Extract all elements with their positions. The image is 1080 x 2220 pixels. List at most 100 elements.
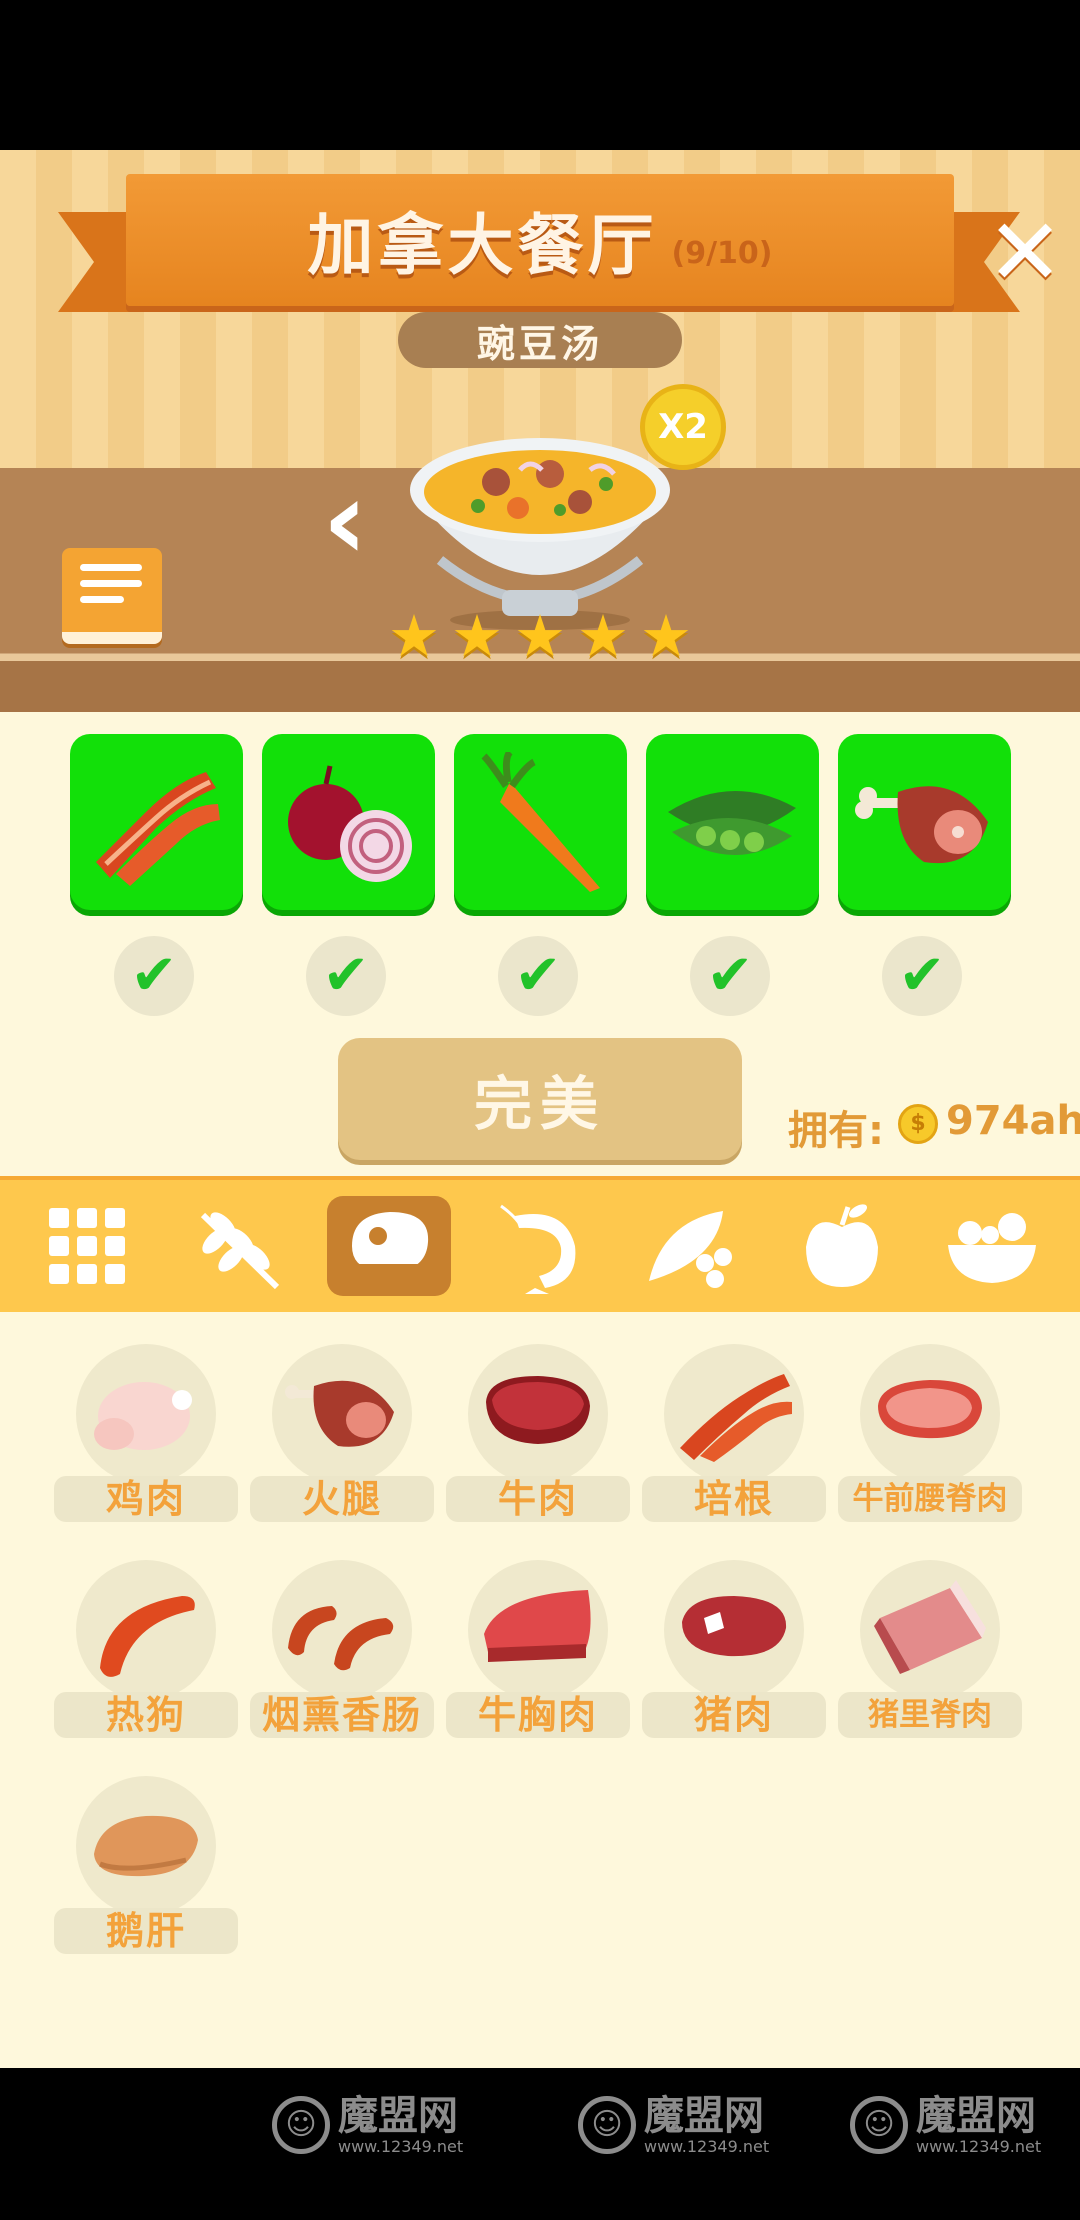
food-image-frame: [76, 1344, 216, 1484]
apple-icon: [805, 1204, 878, 1287]
food-image-frame: [664, 1344, 804, 1484]
level-progress: (9/10): [671, 235, 773, 271]
wheat-icon: [201, 1212, 280, 1290]
watermark: ☺ 魔盟网 www.12349.net: [272, 2094, 463, 2156]
food-pork-tenderloin[interactable]: 猪里脊肉: [838, 1544, 1022, 1738]
watermark-logo-icon: ☺: [850, 2096, 908, 2154]
food-image-frame: [664, 1560, 804, 1700]
tab-all[interactable]: [25, 1196, 149, 1296]
food-grid: 鸡肉 火腿 牛肉 培根 牛前腰脊肉 热狗 烟熏香肠 牛胸肉 猪肉 猪里脊肉 鹅肝: [0, 1312, 1080, 2068]
check-icon: ✔: [498, 936, 578, 1016]
hotdog-icon: [100, 1596, 195, 1677]
peas-icon: [648, 1211, 732, 1288]
ingredient-slot-onion[interactable]: [262, 734, 435, 910]
star-icon: ★: [640, 602, 692, 670]
food-image-frame: [860, 1560, 1000, 1700]
ham-icon: [855, 786, 988, 864]
food-label: 牛胸肉: [446, 1692, 630, 1738]
pea-pod-icon: [668, 790, 796, 856]
tab-dishes[interactable]: [930, 1196, 1054, 1296]
check-icon: ✔: [882, 936, 962, 1016]
food-sirloin[interactable]: 牛前腰脊肉: [838, 1328, 1022, 1522]
title-ribbon: 加拿大餐厅 (9/10): [126, 174, 954, 306]
food-label: 猪肉: [642, 1692, 826, 1738]
food-image-frame: [860, 1344, 1000, 1484]
food-image-frame: [76, 1776, 216, 1916]
food-hotdog[interactable]: 热狗: [54, 1544, 238, 1738]
onion-icon: [288, 765, 412, 882]
food-image-frame: [468, 1560, 608, 1700]
perfect-result-button[interactable]: 完美: [338, 1038, 742, 1160]
ham-icon: [285, 1380, 394, 1447]
tab-vegetables[interactable]: [629, 1196, 753, 1296]
ingredient-panel: ✔ ✔ ✔ ✔ ✔ 完美 拥有: $ 974ah: [0, 712, 1080, 1176]
food-brisket[interactable]: 牛胸肉: [446, 1544, 630, 1738]
watermark-logo-icon: ☺: [272, 2096, 330, 2154]
watermark-logo-icon: ☺: [578, 2096, 636, 2154]
dish-name: 豌豆汤: [398, 312, 682, 368]
food-label: 鹅肝: [54, 1908, 238, 1954]
bacon-icon: [680, 1374, 792, 1462]
food-label: 烟熏香肠: [250, 1692, 434, 1738]
sirloin-icon: [878, 1380, 982, 1439]
watermark-url: www.12349.net: [644, 2137, 770, 2156]
ingredient-slot-ham[interactable]: [838, 734, 1011, 910]
score-multiplier-badge: X2: [640, 384, 726, 470]
watermark-name: 魔盟网: [916, 2093, 1036, 2139]
required-ingredients: [70, 734, 1011, 910]
food-chicken[interactable]: 鸡肉: [54, 1328, 238, 1522]
star-icon: ★: [451, 602, 503, 670]
food-smoked-sausage[interactable]: 烟熏香肠: [250, 1544, 434, 1738]
shrimp-icon: [500, 1204, 576, 1294]
watermark-name: 魔盟网: [644, 2093, 764, 2139]
salad-icon: [948, 1213, 1037, 1283]
watermark-url: www.12349.net: [916, 2137, 1042, 2156]
brisket-icon: [484, 1590, 591, 1662]
food-ham[interactable]: 火腿: [250, 1328, 434, 1522]
grid-icon: [49, 1208, 126, 1284]
pea-soup-bowl-image: [410, 438, 670, 630]
food-label: 猪里脊肉: [838, 1692, 1022, 1738]
owned-label: 拥有:: [788, 1108, 884, 1154]
tab-meat[interactable]: [327, 1196, 452, 1296]
watermark: ☺ 魔盟网 www.12349.net: [578, 2094, 769, 2156]
food-bacon[interactable]: 培根: [642, 1328, 826, 1522]
ingredient-slot-pea-pod[interactable]: [646, 734, 819, 910]
food-pork[interactable]: 猪肉: [642, 1544, 826, 1738]
sausage-icon: [288, 1606, 394, 1671]
watermark-name: 魔盟网: [338, 2093, 458, 2139]
food-label: 火腿: [250, 1476, 434, 1522]
bacon-icon: [96, 772, 220, 886]
tab-grains[interactable]: [176, 1196, 300, 1296]
check-icon: ✔: [306, 936, 386, 1016]
rating-stars: ★ ★ ★ ★ ★: [388, 606, 692, 666]
pork-icon: [682, 1596, 787, 1657]
watermark: ☺ 魔盟网 www.12349.net: [850, 2094, 1041, 2156]
close-button[interactable]: ✕: [984, 207, 1066, 299]
chicken-icon: [94, 1382, 192, 1450]
food-foie-gras[interactable]: 鹅肝: [54, 1760, 238, 1954]
food-image-frame: [468, 1344, 608, 1484]
foie-gras-icon: [94, 1815, 198, 1877]
category-tabs: [0, 1176, 1080, 1312]
restaurant-title: 加拿大餐厅: [307, 207, 658, 284]
meat-icon: [352, 1212, 429, 1272]
status-bar-area: [0, 0, 1080, 150]
recipe-book-icon[interactable]: [62, 548, 162, 644]
carrot-icon: [481, 752, 600, 892]
star-icon: ★: [514, 602, 566, 670]
food-label: 培根: [642, 1476, 826, 1522]
tab-fruits[interactable]: [780, 1196, 904, 1296]
check-icon: ✔: [690, 936, 770, 1016]
owned-coins-value: 974ah: [946, 1098, 1080, 1144]
ingredient-slot-bacon[interactable]: [70, 734, 243, 910]
previous-dish-button[interactable]: ‹: [310, 465, 380, 575]
food-image-frame: [76, 1560, 216, 1700]
star-icon: ★: [388, 602, 440, 670]
food-label: 牛肉: [446, 1476, 630, 1522]
food-beef[interactable]: 牛肉: [446, 1328, 630, 1522]
food-image-frame: [272, 1344, 412, 1484]
ingredient-slot-carrot[interactable]: [454, 734, 627, 910]
food-label: 鸡肉: [54, 1476, 238, 1522]
tab-seafood[interactable]: [478, 1196, 602, 1296]
